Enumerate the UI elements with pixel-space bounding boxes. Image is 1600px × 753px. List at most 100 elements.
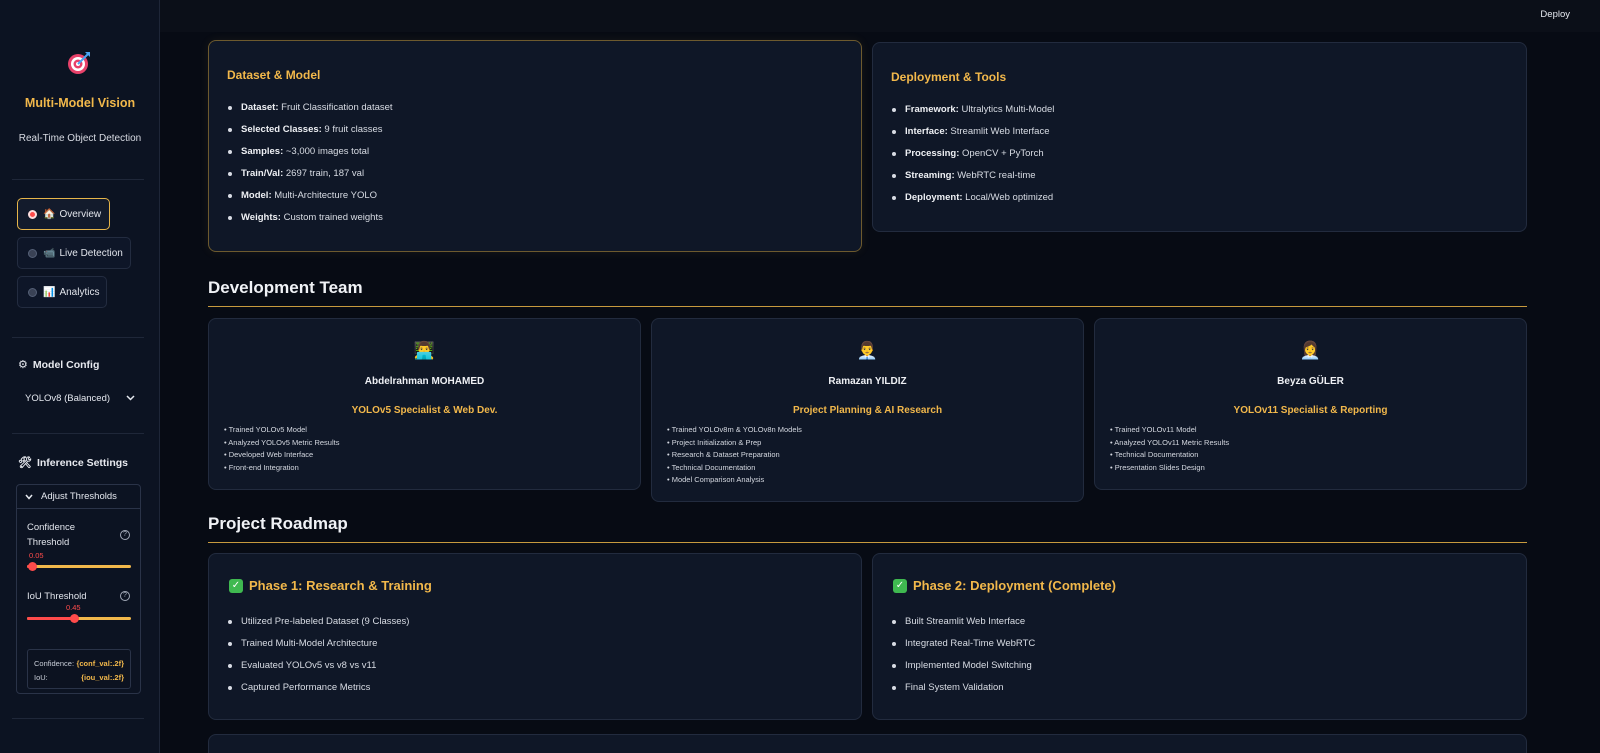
model-config-label: Model Config bbox=[32, 358, 100, 371]
card-title: Dataset & Model bbox=[227, 68, 321, 82]
summary-iou-value: {iou_val:.2f} bbox=[81, 672, 124, 682]
nav-overview[interactable]: 🏠 Overview bbox=[17, 198, 110, 230]
thresholds-expander: Adjust Thresholds Confidence Threshold ?… bbox=[16, 484, 141, 694]
deployment-list: Framework: Ultralytics Multi-Model Inter… bbox=[891, 104, 1054, 214]
sidebar-divider bbox=[12, 433, 144, 434]
team-card: 👨‍💻 Abdelrahman MOHAMED YOLOv5 Specialis… bbox=[208, 318, 641, 490]
dataset-list: Dataset: Fruit Classification dataset Se… bbox=[228, 102, 393, 234]
nav-analytics-label: Analytics bbox=[59, 286, 100, 298]
card-title: Deployment & Tools bbox=[891, 70, 1007, 84]
top-bar: Deploy bbox=[160, 0, 1600, 32]
list-item: Presentation Slides Design bbox=[1110, 462, 1229, 475]
nav-analytics[interactable]: 📊 Analytics bbox=[17, 276, 107, 308]
summary-confidence-key: Confidence: bbox=[34, 658, 75, 668]
list-item: Final System Validation bbox=[891, 682, 1035, 704]
phase-card: ✓ Phase 1: Research & Training Utilized … bbox=[208, 553, 862, 720]
list-item: Interface: Streamlit Web Interface bbox=[891, 126, 1054, 148]
list-item: Built Streamlit Web Interface bbox=[891, 616, 1035, 638]
radio-selected-icon bbox=[28, 209, 37, 219]
nav-live-detection[interactable]: 📹 Live Detection bbox=[17, 237, 131, 269]
model-select[interactable]: YOLOv8 (Balanced) bbox=[17, 386, 143, 410]
sidebar-divider bbox=[12, 179, 144, 180]
list-item: Trained YOLOv11 Model bbox=[1110, 424, 1229, 437]
list-item: Integrated Real-Time WebRTC bbox=[891, 638, 1035, 660]
inference-settings-label: Inference Settings bbox=[36, 456, 128, 469]
iou-value: 0.45 bbox=[66, 603, 81, 612]
next-card-partial bbox=[208, 734, 1527, 753]
sidebar-divider bbox=[12, 337, 144, 338]
confidence-label: Confidence Threshold bbox=[27, 522, 76, 548]
phase-title-text: Phase 1: Research & Training bbox=[249, 578, 432, 593]
chevron-down-icon bbox=[25, 494, 33, 500]
dataset-model-card: Dataset & Model Dataset: Fruit Classific… bbox=[208, 40, 862, 252]
iou-slider-fill bbox=[27, 617, 74, 620]
tools-icon: 🛠 bbox=[18, 457, 32, 469]
phase-title: ✓ Phase 2: Deployment (Complete) bbox=[893, 578, 1116, 593]
check-icon: ✓ bbox=[229, 578, 243, 593]
list-item: Weights: Custom trained weights bbox=[228, 212, 393, 234]
target-icon bbox=[68, 52, 90, 74]
list-item: Model Comparison Analysis bbox=[667, 474, 802, 487]
list-item: Framework: Ultralytics Multi-Model bbox=[891, 104, 1054, 126]
list-item: Captured Performance Metrics bbox=[227, 682, 409, 704]
chevron-down-icon bbox=[126, 395, 135, 401]
person-icon: 👩‍💼 bbox=[1299, 341, 1322, 360]
list-item: Selected Classes: 9 fruit classes bbox=[228, 124, 393, 146]
list-item: Implemented Model Switching bbox=[891, 660, 1035, 682]
gear-icon: ⚙ bbox=[18, 359, 28, 371]
model-config-heading: ⚙ Model Config bbox=[18, 358, 100, 372]
team-task-list: Trained YOLOv11 Model Analyzed YOLOv11 M… bbox=[1110, 424, 1229, 474]
sidebar: Multi-Model Vision Real-Time Object Dete… bbox=[0, 0, 160, 753]
list-item: Project Initialization & Prep bbox=[667, 437, 802, 450]
help-icon[interactable]: ? bbox=[120, 530, 130, 540]
team-member-role: YOLOv11 Specialist & Reporting bbox=[1233, 405, 1388, 416]
list-item: Trained YOLOv5 Model bbox=[224, 424, 339, 437]
team-member-name: Ramazan YILDIZ bbox=[828, 376, 907, 387]
list-item: Train/Val: 2697 train, 187 val bbox=[228, 168, 393, 190]
list-item: Deployment: Local/Web optimized bbox=[891, 192, 1054, 214]
list-item: Evaluated YOLOv5 vs v8 vs v11 bbox=[227, 660, 409, 682]
confidence-value: 0.05 bbox=[29, 551, 44, 560]
inference-settings-heading: 🛠 Inference Settings bbox=[18, 456, 128, 470]
deployment-tools-card: Deployment & Tools Framework: Ultralytic… bbox=[872, 42, 1527, 232]
team-member-name: Abdelrahman MOHAMED bbox=[364, 376, 485, 387]
team-member-name: Beyza GÜLER bbox=[1277, 376, 1344, 387]
nav-overview-label: Overview bbox=[59, 208, 102, 220]
app-title: Multi-Model Vision bbox=[24, 96, 136, 110]
phase-title: ✓ Phase 1: Research & Training bbox=[229, 578, 432, 593]
check-icon: ✓ bbox=[893, 578, 907, 593]
team-task-list: Trained YOLOv8m & YOLOv8n Models Project… bbox=[667, 424, 802, 487]
confidence-slider[interactable] bbox=[27, 562, 131, 571]
project-roadmap-heading: Project Roadmap bbox=[208, 514, 348, 533]
phase-list: Built Streamlit Web Interface Integrated… bbox=[891, 616, 1035, 704]
person-icon: 👨‍💻 bbox=[413, 341, 436, 360]
chart-icon: 📊 bbox=[43, 286, 56, 298]
section-divider bbox=[208, 542, 1527, 543]
app-subtitle: Real-Time Object Detection bbox=[18, 133, 142, 144]
summary-confidence-value: {conf_val:.2f} bbox=[76, 658, 124, 668]
list-item: Analyzed YOLOv11 Metric Results bbox=[1110, 437, 1229, 450]
development-team-heading: Development Team bbox=[208, 278, 363, 297]
list-item: Streaming: WebRTC real-time bbox=[891, 170, 1054, 192]
confidence-slider-thumb[interactable] bbox=[28, 562, 38, 571]
expander-label: Adjust Thresholds bbox=[41, 491, 117, 502]
iou-slider[interactable] bbox=[27, 614, 131, 623]
iou-slider-thumb[interactable] bbox=[69, 614, 79, 623]
list-item: Front-end Integration bbox=[224, 462, 339, 475]
phase-title-text: Phase 2: Deployment (Complete) bbox=[913, 578, 1116, 593]
help-icon[interactable]: ? bbox=[120, 591, 130, 601]
phase-card: ✓ Phase 2: Deployment (Complete) Built S… bbox=[872, 553, 1527, 720]
expander-header[interactable]: Adjust Thresholds bbox=[17, 485, 140, 509]
camera-icon: 📹 bbox=[43, 247, 56, 259]
list-item: Trained Multi-Model Architecture bbox=[227, 638, 409, 660]
radio-icon bbox=[28, 248, 37, 258]
list-item: Analyzed YOLOv5 Metric Results bbox=[224, 437, 339, 450]
threshold-summary: Confidence: {conf_val:.2f} IoU: {iou_val… bbox=[27, 649, 131, 689]
list-item: Research & Dataset Preparation bbox=[667, 449, 802, 462]
phase-list: Utilized Pre-labeled Dataset (9 Classes)… bbox=[227, 616, 409, 704]
list-item: Model: Multi-Architecture YOLO bbox=[228, 190, 393, 212]
list-item: Processing: OpenCV + PyTorch bbox=[891, 148, 1054, 170]
iou-label: IoU Threshold bbox=[27, 591, 87, 602]
list-item: Dataset: Fruit Classification dataset bbox=[228, 102, 393, 124]
deploy-button[interactable]: Deploy bbox=[1540, 9, 1570, 20]
